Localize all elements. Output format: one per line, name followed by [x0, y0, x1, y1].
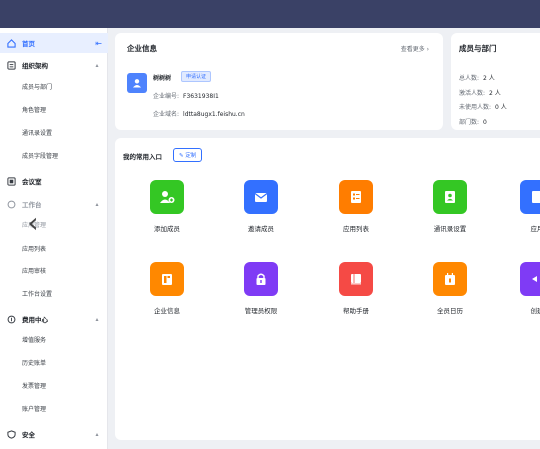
sidebar-item-contacts-settings[interactable]: 通讯录设置	[22, 127, 52, 141]
enterprise-info-icon	[150, 262, 184, 296]
sidebar-item-workplace-settings[interactable]: 工作台设置	[22, 288, 52, 302]
active-members-row: 激活人数: 2 人	[459, 88, 501, 97]
shortcut-create[interactable]: 创建	[507, 262, 540, 332]
card-title: 成员与部门	[459, 44, 497, 53]
shortcut-contacts-settings[interactable]: 通讯录设置	[420, 180, 480, 250]
shortcut-label: 创建	[530, 307, 540, 315]
shortcut-label: 邀请成员	[248, 225, 274, 233]
members-departments-card: 成员与部门 总人数: 2 人 激活人数: 2 人 未使用人数: 0 人 部门数: 0	[451, 33, 540, 130]
card-title: 企业信息	[127, 44, 157, 53]
stat-value: 2 人	[489, 90, 501, 97]
shortcut-app[interactable]: 应用	[507, 180, 540, 250]
home-icon	[6, 38, 16, 48]
enterprise-id-row: 企业编号: F3631938I1	[153, 91, 219, 100]
invite-mail-icon	[244, 180, 278, 214]
enterprise-info-card: 企业信息 查看更多 › 树树树 申请认证 企业编号: F3631938I1 企业域…	[115, 33, 443, 130]
shortcut-label: 全员日历	[437, 307, 463, 315]
enterprise-avatar	[127, 73, 147, 93]
sidebar-item-roles[interactable]: 角色管理	[22, 104, 46, 118]
sidebar-item-meeting-room[interactable]: 会议室	[0, 171, 108, 191]
enterprise-name: 树树树	[153, 75, 172, 82]
calendar-icon	[433, 262, 467, 296]
sidebar-item-label: 会议室	[22, 178, 42, 186]
create-icon	[520, 262, 540, 296]
sidebar-item-invoices[interactable]: 发票管理	[22, 380, 46, 394]
stat-value: 0 人	[495, 104, 507, 111]
user-icon	[133, 79, 141, 88]
app-icon	[520, 180, 540, 214]
back-arrow-icon[interactable]: ‹	[20, 205, 46, 239]
meeting-room-icon	[6, 176, 16, 186]
sidebar-item-members[interactable]: 成员与部门	[22, 81, 52, 95]
sidebar-item-account[interactable]: 账户管理	[22, 403, 46, 417]
chevron-up-icon: ▴	[95, 430, 99, 438]
department-count-row: 部门数: 0	[459, 117, 487, 126]
enterprise-domain-label: 企业域名:	[153, 111, 180, 118]
view-more-link[interactable]: 查看更多 ›	[401, 44, 429, 53]
stat-label: 部门数:	[459, 119, 480, 126]
sidebar-group-security[interactable]: 安全 ▴	[0, 424, 108, 444]
sidebar-group-billing[interactable]: 费用中心 ▴	[0, 309, 108, 329]
top-header-bar	[0, 0, 540, 28]
stat-value: 0	[483, 119, 487, 126]
shortcut-label: 应用列表	[343, 225, 369, 233]
shortcuts-card: 我的常用入口 ✎ 定制 添加成员 邀请成员 应用列表 通讯录设置 应用	[115, 138, 540, 440]
shortcut-company-calendar[interactable]: 全员日历	[420, 262, 480, 332]
collapse-sidebar-icon[interactable]: ⇤	[95, 39, 102, 48]
sidebar-item-app-review[interactable]: 应用审核	[22, 265, 46, 279]
stat-label: 激活人数:	[459, 90, 486, 97]
shortcut-label: 管理员权限	[244, 307, 278, 315]
admin-sidebar: 首页 ⇤ 组织架构 ▴ 成员与部门 角色管理 通讯录设置 成员字段管理 会议室 …	[0, 28, 108, 449]
sidebar-group-workplace[interactable]: 工作台 ▴	[0, 194, 108, 214]
shortcut-admin-permissions[interactable]: 管理员权限	[231, 262, 291, 332]
stat-value: 2 人	[483, 75, 495, 82]
enterprise-id-label: 企业编号:	[153, 93, 180, 100]
enterprise-domain-row: 企业域名: ldtta8ugx1.feishu.cn	[153, 109, 245, 118]
enterprise-domain-value: ldtta8ugx1.feishu.cn	[183, 111, 245, 118]
sidebar-item-history-bills[interactable]: 历史账单	[22, 357, 46, 371]
shortcut-add-member[interactable]: 添加成员	[137, 180, 197, 250]
shortcut-enterprise-info[interactable]: 企业信息	[137, 262, 197, 332]
stat-label: 总人数:	[459, 75, 480, 82]
shortcut-label: 通讯录设置	[433, 225, 467, 233]
stat-label: 未使用人数:	[459, 104, 492, 111]
app-list-icon	[339, 180, 373, 214]
help-book-icon	[339, 262, 373, 296]
sidebar-item-label: 组织架构	[22, 62, 48, 70]
sidebar-item-value-added[interactable]: 增值服务	[22, 334, 46, 348]
billing-icon	[6, 314, 16, 324]
shortcut-invite-member[interactable]: 邀请成员	[231, 180, 291, 250]
sidebar-item-label: 费用中心	[22, 316, 48, 324]
customize-button[interactable]: ✎ 定制	[173, 148, 203, 162]
sidebar-item-home[interactable]: 首页 ⇤	[0, 33, 108, 53]
admin-lock-icon	[244, 262, 278, 296]
sidebar-group-org[interactable]: 组织架构 ▴	[0, 55, 108, 75]
chevron-up-icon: ▴	[95, 200, 99, 208]
sidebar-item-label: 安全	[22, 431, 35, 439]
org-icon	[6, 60, 16, 70]
chevron-up-icon: ▴	[95, 315, 99, 323]
security-icon	[6, 429, 16, 439]
inactive-members-row: 未使用人数: 0 人	[459, 102, 507, 111]
total-members-row: 总人数: 2 人	[459, 73, 495, 82]
apply-certification-badge[interactable]: 申请认证	[181, 71, 212, 82]
enterprise-id-value: F3631938I1	[183, 93, 219, 100]
card-title: 我的常用入口	[123, 153, 162, 161]
shortcut-label: 企业信息	[154, 307, 180, 315]
workplace-icon	[6, 199, 16, 209]
shortcut-label: 添加成员	[154, 225, 180, 233]
add-member-icon	[150, 180, 184, 214]
shortcut-help-manual[interactable]: 帮助手册	[326, 262, 386, 332]
shortcut-label: 帮助手册	[343, 307, 369, 315]
sidebar-item-app-list[interactable]: 应用列表	[22, 243, 46, 257]
sidebar-item-member-fields[interactable]: 成员字段管理	[22, 150, 58, 164]
contacts-icon	[433, 180, 467, 214]
shortcut-app-list[interactable]: 应用列表	[326, 180, 386, 250]
shortcut-label: 应用	[530, 225, 540, 233]
chevron-up-icon: ▴	[95, 61, 99, 69]
